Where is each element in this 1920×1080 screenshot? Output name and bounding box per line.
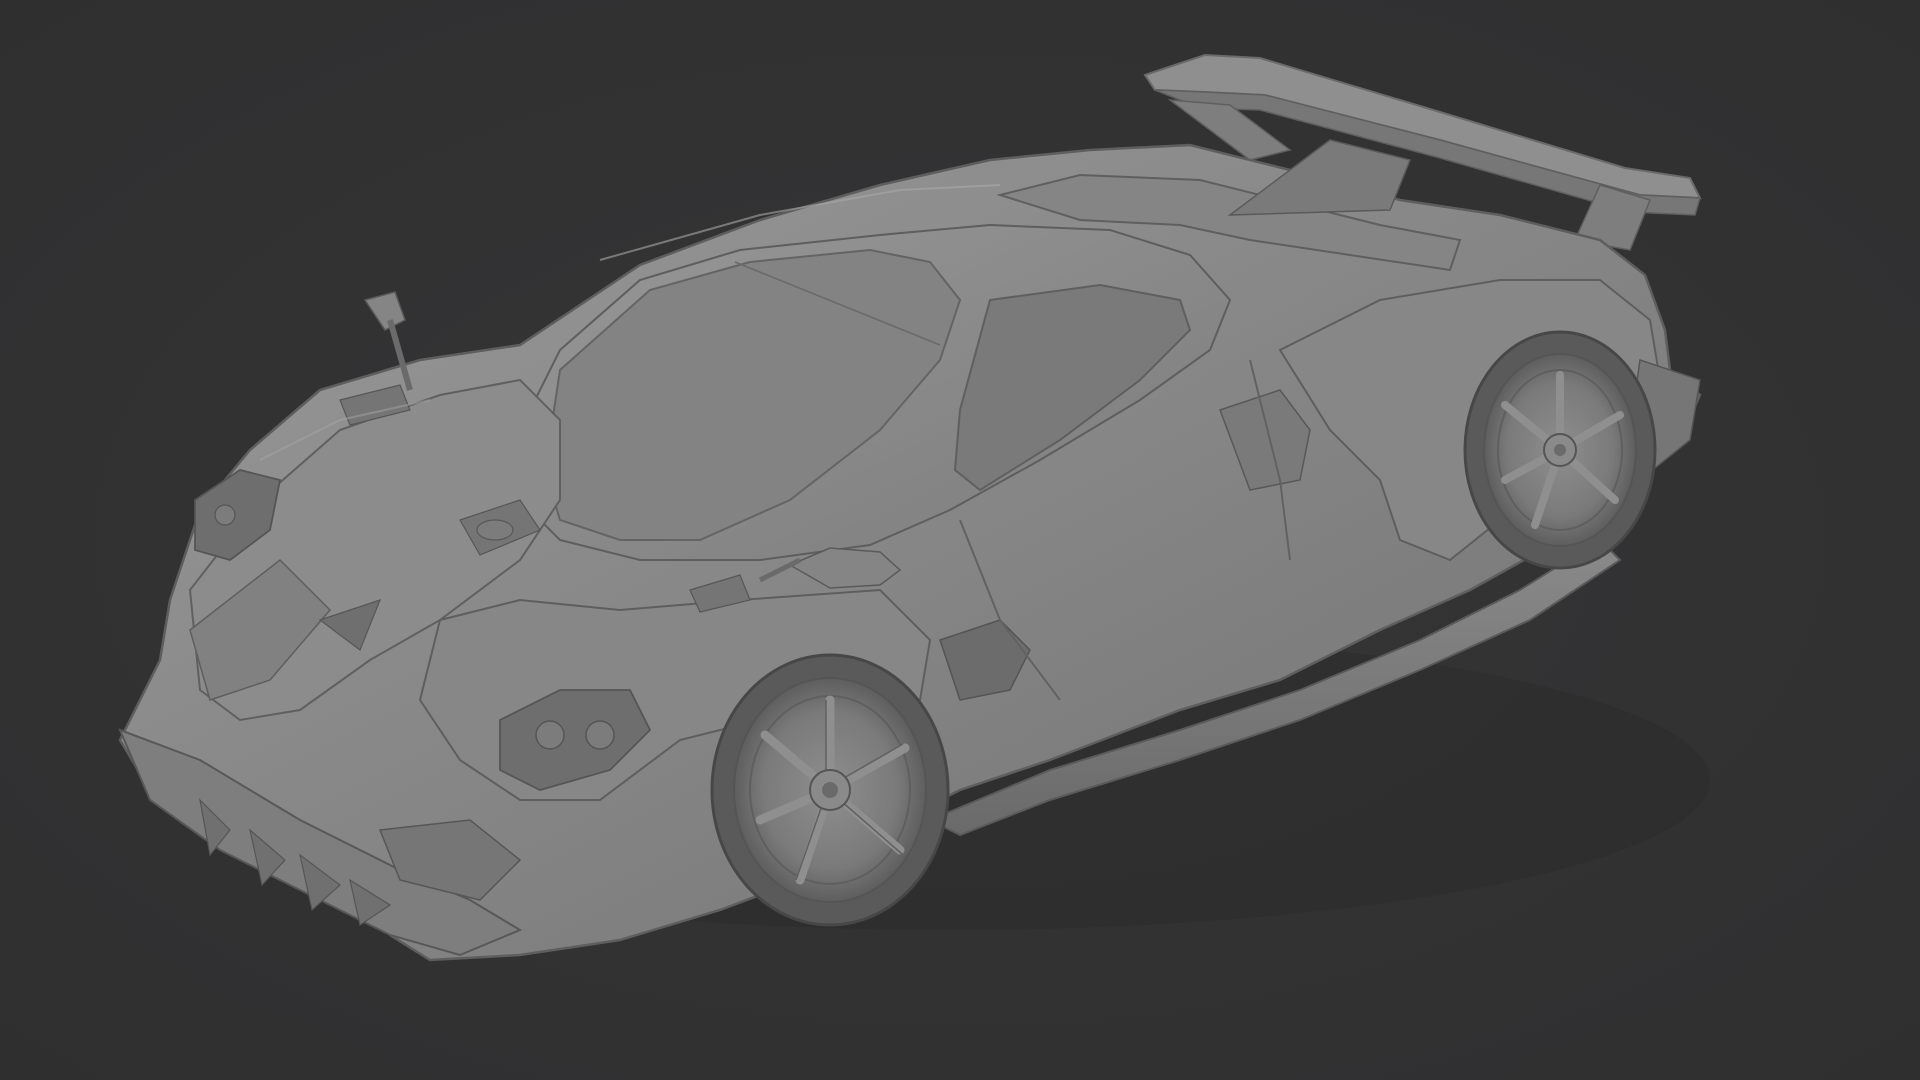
render-viewport: [0, 0, 1920, 1080]
front-wheel: [710, 653, 950, 927]
car-model-render: [118, 53, 1710, 962]
hood-emblem: [476, 519, 514, 541]
rear-wheel: [1463, 330, 1657, 570]
